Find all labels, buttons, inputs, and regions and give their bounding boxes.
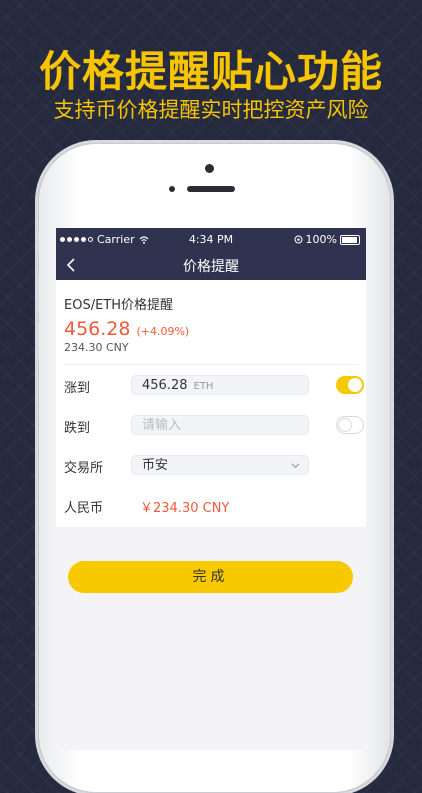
battery-label: 100% (305, 233, 337, 246)
exchange-row: 交易所 币安 (64, 445, 358, 485)
rise-price-value: 456.28 (142, 378, 188, 393)
phone-volume-down-button (36, 322, 39, 360)
exchange-value: 币安 (142, 458, 169, 473)
fall-label: 跌到 (64, 421, 91, 436)
phone-volume-up-button (36, 275, 39, 313)
promo-subline: 支持币价格提醒实时把控资产风险 (53, 98, 369, 122)
rise-price-input[interactable]: 456.28 ETH (131, 375, 309, 395)
fall-price-placeholder: 请输入 (142, 418, 182, 433)
promo-headline: 价格提醒贴心功能 (38, 47, 383, 96)
phone-camera (205, 164, 214, 173)
rmb-value: ￥234.30 CNY (140, 501, 230, 516)
rmb-label: 人民币 (64, 501, 104, 516)
phone-power-button (391, 300, 394, 355)
phone-sensor (169, 186, 175, 192)
pair-title: EOS/ETH价格提醒 (64, 298, 174, 313)
rise-label: 涨到 (64, 381, 91, 396)
price-change: (+4.09%) (136, 325, 190, 338)
app-screen: Carrier 4:34 PM 100% 价格提醒 EOS/ETH价格提醒 45… (56, 228, 366, 750)
toggle-knob (338, 418, 352, 432)
phone-speaker (187, 186, 235, 192)
rmb-row: 人民币 ￥234.30 CNY (64, 485, 358, 527)
page-title: 价格提醒 (183, 259, 239, 275)
fall-price-input[interactable]: 请输入 (131, 415, 309, 435)
exchange-select[interactable]: 币安 (131, 455, 309, 475)
nav-bar: 价格提醒 (56, 250, 366, 280)
rise-alert-toggle[interactable] (336, 376, 364, 394)
rise-price-unit: ETH (193, 381, 214, 392)
orientation-lock-icon (294, 235, 303, 244)
toggle-knob (348, 378, 362, 392)
status-bar: Carrier 4:34 PM 100% (56, 228, 366, 250)
current-price: 456.28 (64, 318, 131, 340)
price-cny: 234.30 CNY (64, 341, 129, 354)
phone-side-button (36, 232, 39, 254)
fall-alert-toggle[interactable] (336, 416, 364, 434)
fall-row: 跌到 请输入 (64, 405, 364, 445)
done-button[interactable]: 完成 (68, 561, 353, 593)
rise-row: 涨到 456.28 ETH (64, 365, 364, 405)
alert-card: EOS/ETH价格提醒 456.28 (+4.09%) 234.30 CNY 涨… (56, 280, 366, 527)
battery-icon (340, 234, 360, 245)
chevron-down-icon (291, 463, 300, 469)
exchange-label: 交易所 (64, 461, 104, 476)
